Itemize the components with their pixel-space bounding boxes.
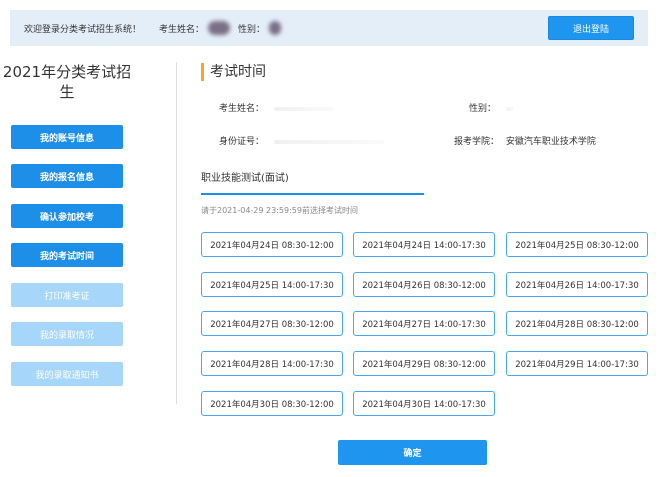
header-name-label: 考生姓名：: [159, 24, 205, 35]
info-gender-redacted: [506, 106, 515, 111]
sidebar-item-admission-status[interactable]: 我的录取情况: [11, 322, 123, 346]
time-slot-button[interactable]: 2021年04月25日 08:30-12:00: [506, 232, 648, 257]
time-slot-button[interactable]: 2021年04月27日 08:30-12:00: [201, 311, 343, 336]
time-slot-button[interactable]: 2021年04月24日 08:30-12:00: [201, 232, 343, 257]
deadline-hint: 请于2021-04-29 23:59:59前选择考试时间: [201, 206, 358, 215]
sidebar-item-account-info[interactable]: 我的账号信息: [11, 125, 123, 149]
page-title: 考试时间: [201, 63, 266, 81]
time-slot-button[interactable]: 2021年04月26日 08:30-12:00: [353, 272, 495, 297]
time-slot-button[interactable]: 2021年04月27日 14:00-17:30: [353, 311, 495, 336]
info-school-value: 安徽汽车职业技术学院: [505, 137, 596, 147]
sidebar-title: 2021年分类考试招生: [2, 63, 132, 101]
sidebar-item-exam-time[interactable]: 我的考试时间: [11, 243, 123, 267]
time-slot-button[interactable]: 2021年04月30日 14:00-17:30: [353, 391, 495, 416]
sidebar-item-registration-info[interactable]: 我的报名信息: [11, 164, 123, 188]
info-name-redacted: [274, 106, 335, 111]
info-name-label: 考生姓名：: [219, 104, 265, 114]
time-slot-button[interactable]: 2021年04月28日 08:30-12:00: [506, 311, 648, 336]
confirm-button[interactable]: 确定: [338, 440, 487, 465]
info-school: 报考学院： 安徽汽车职业技术学院: [454, 134, 596, 147]
welcome-text: 欢迎登录分类考试招生系统！: [24, 24, 142, 35]
sidebar-item-admission-letter[interactable]: 我的录取通知书: [11, 362, 123, 386]
logout-button[interactable]: 退出登陆: [548, 16, 634, 40]
sidebar-item-confirm-exam[interactable]: 确认参加校考: [11, 204, 123, 228]
time-slot-button[interactable]: 2021年04月29日 08:30-12:00: [353, 351, 495, 376]
top-bar: 欢迎登录分类考试招生系统！ 考生姓名： 性别： 退出登陆: [10, 10, 648, 46]
header-gender-redacted: [269, 21, 282, 35]
vertical-divider: [176, 62, 177, 404]
info-id-redacted: [274, 139, 385, 144]
info-name: 考生姓名：: [219, 101, 335, 114]
header-name-redacted: [208, 21, 231, 35]
sidebar-item-print-admission[interactable]: 打印准考证: [11, 283, 123, 307]
time-slot-button[interactable]: 2021年04月30日 08:30-12:00: [201, 391, 343, 416]
time-slot-button[interactable]: 2021年04月24日 14:00-17:30: [353, 232, 495, 257]
time-slot-button[interactable]: 2021年04月29日 14:00-17:30: [506, 351, 648, 376]
exam-subtitle: 职业技能测试(面试): [201, 169, 424, 195]
time-slot-button[interactable]: 2021年04月25日 14:00-17:30: [201, 272, 343, 297]
info-gender: 性别：: [469, 101, 515, 114]
info-id: 身份证号：: [219, 134, 385, 147]
time-slot-button[interactable]: 2021年04月28日 14:00-17:30: [201, 351, 343, 376]
info-gender-label: 性别：: [469, 104, 497, 114]
header-gender-label: 性别：: [238, 24, 266, 35]
info-school-label: 报考学院：: [454, 137, 500, 147]
info-id-label: 身份证号：: [219, 137, 265, 147]
time-slot-button[interactable]: 2021年04月26日 14:00-17:30: [506, 272, 648, 297]
